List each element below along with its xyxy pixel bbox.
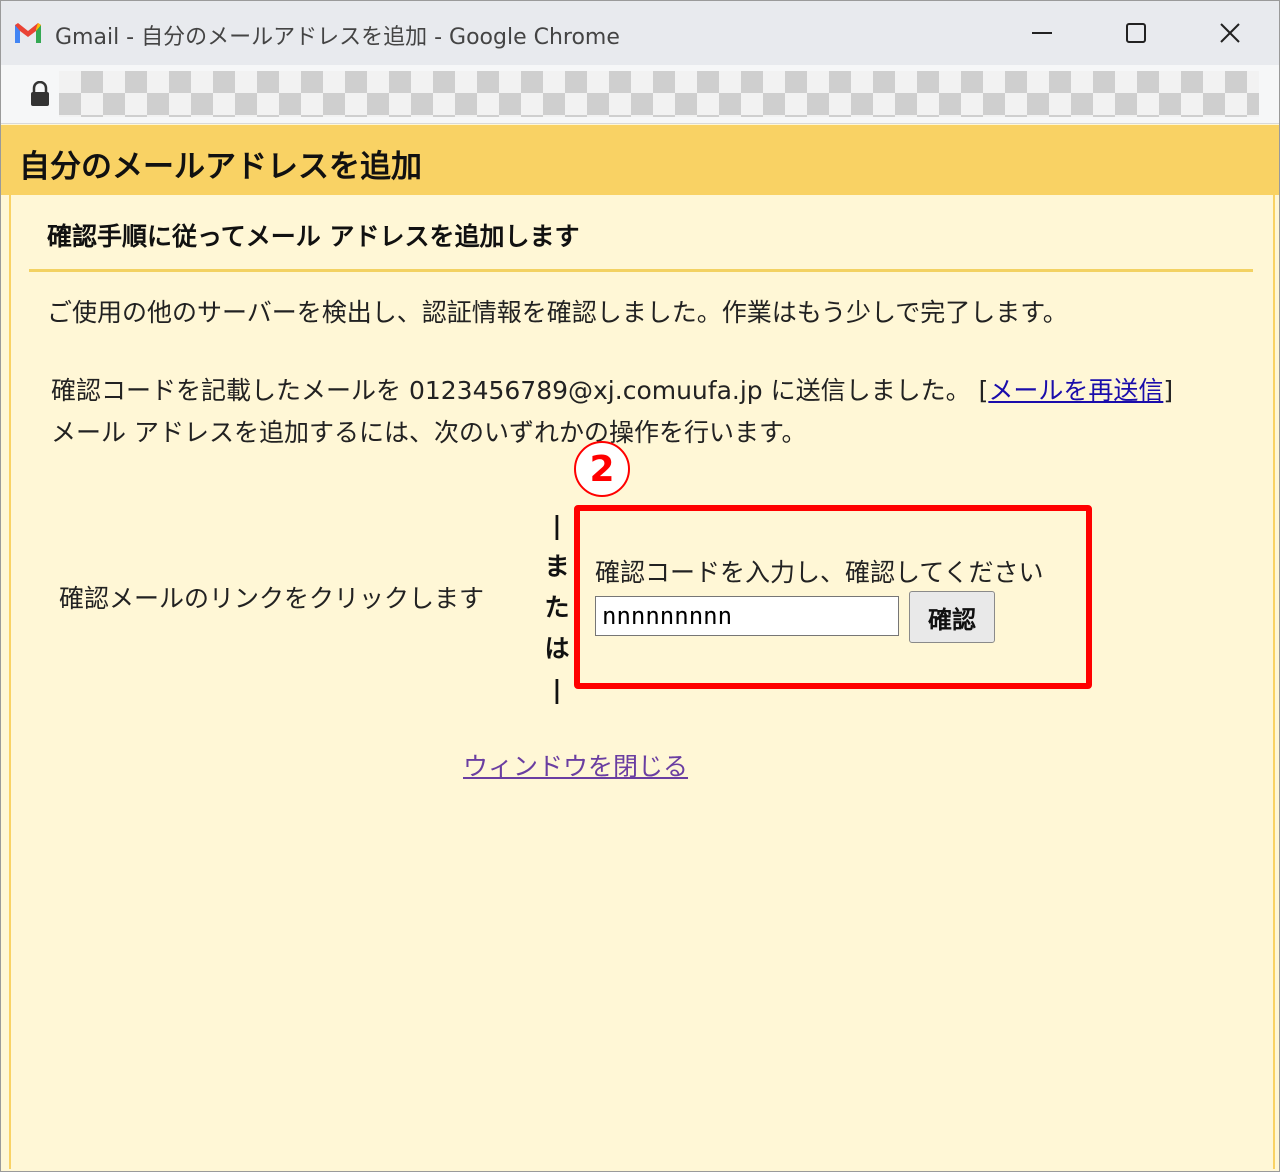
subtitle: 確認手順に従ってメール アドレスを追加します [47, 222, 580, 251]
verification-code-input[interactable] [595, 596, 899, 636]
resend-email-link[interactable]: メールを再送信 [988, 376, 1163, 405]
server-detected-message: ご使用の他のサーバーを検出し、認証情報を確認しました。作業はもう少しで完了します… [47, 298, 1068, 327]
close-icon [1220, 23, 1240, 43]
or-separator: | ま た は | [539, 505, 575, 710]
option-click-link: 確認メールのリンクをクリックします [59, 584, 485, 613]
maximize-button[interactable] [1113, 11, 1159, 55]
minimize-icon [1032, 32, 1052, 34]
or-char: は [544, 634, 570, 663]
minimize-button[interactable] [1019, 11, 1065, 55]
maximize-icon [1126, 23, 1146, 43]
window-title: Gmail - 自分のメールアドレスを追加 - Google Chrome [55, 25, 620, 50]
page-title: 自分のメールアドレスを追加 [19, 149, 422, 185]
or-char: ま [544, 552, 570, 581]
or-char: | [552, 511, 562, 540]
divider [29, 269, 1253, 272]
or-char: | [552, 675, 562, 704]
page-header: 自分のメールアドレスを追加 [1, 125, 1279, 195]
code-sent-text: 確認コードを記載したメールを 0123456789@xj.comuufa.jp … [51, 376, 979, 405]
step-number-badge: 2 [574, 441, 630, 497]
close-button[interactable] [1207, 11, 1253, 55]
code-sent-message: 確認コードを記載したメールを 0123456789@xj.comuufa.jp … [51, 371, 1173, 407]
address-bar [1, 65, 1279, 124]
gmail-icon [15, 23, 41, 43]
browser-window: Gmail - 自分のメールアドレスを追加 - Google Chrome 自分… [0, 0, 1280, 1172]
title-bar: Gmail - 自分のメールアドレスを追加 - Google Chrome [1, 1, 1279, 65]
lock-icon [31, 81, 49, 106]
url-field-redacted[interactable] [59, 71, 1259, 117]
confirm-button[interactable]: 確認 [909, 591, 995, 643]
bracket-open: [ [978, 376, 989, 405]
or-char: た [544, 593, 570, 622]
bracket-close: ] [1163, 376, 1174, 405]
instruction-message: メール アドレスを追加するには、次のいずれかの操作を行います。 [51, 418, 807, 447]
content-panel: 確認手順に従ってメール アドレスを追加します ご使用の他のサーバーを検出し、認証… [9, 195, 1275, 1169]
close-window-link[interactable]: ウィンドウを閉じる [463, 747, 688, 783]
code-prompt-label: 確認コードを入力し、確認してください [595, 558, 1044, 587]
